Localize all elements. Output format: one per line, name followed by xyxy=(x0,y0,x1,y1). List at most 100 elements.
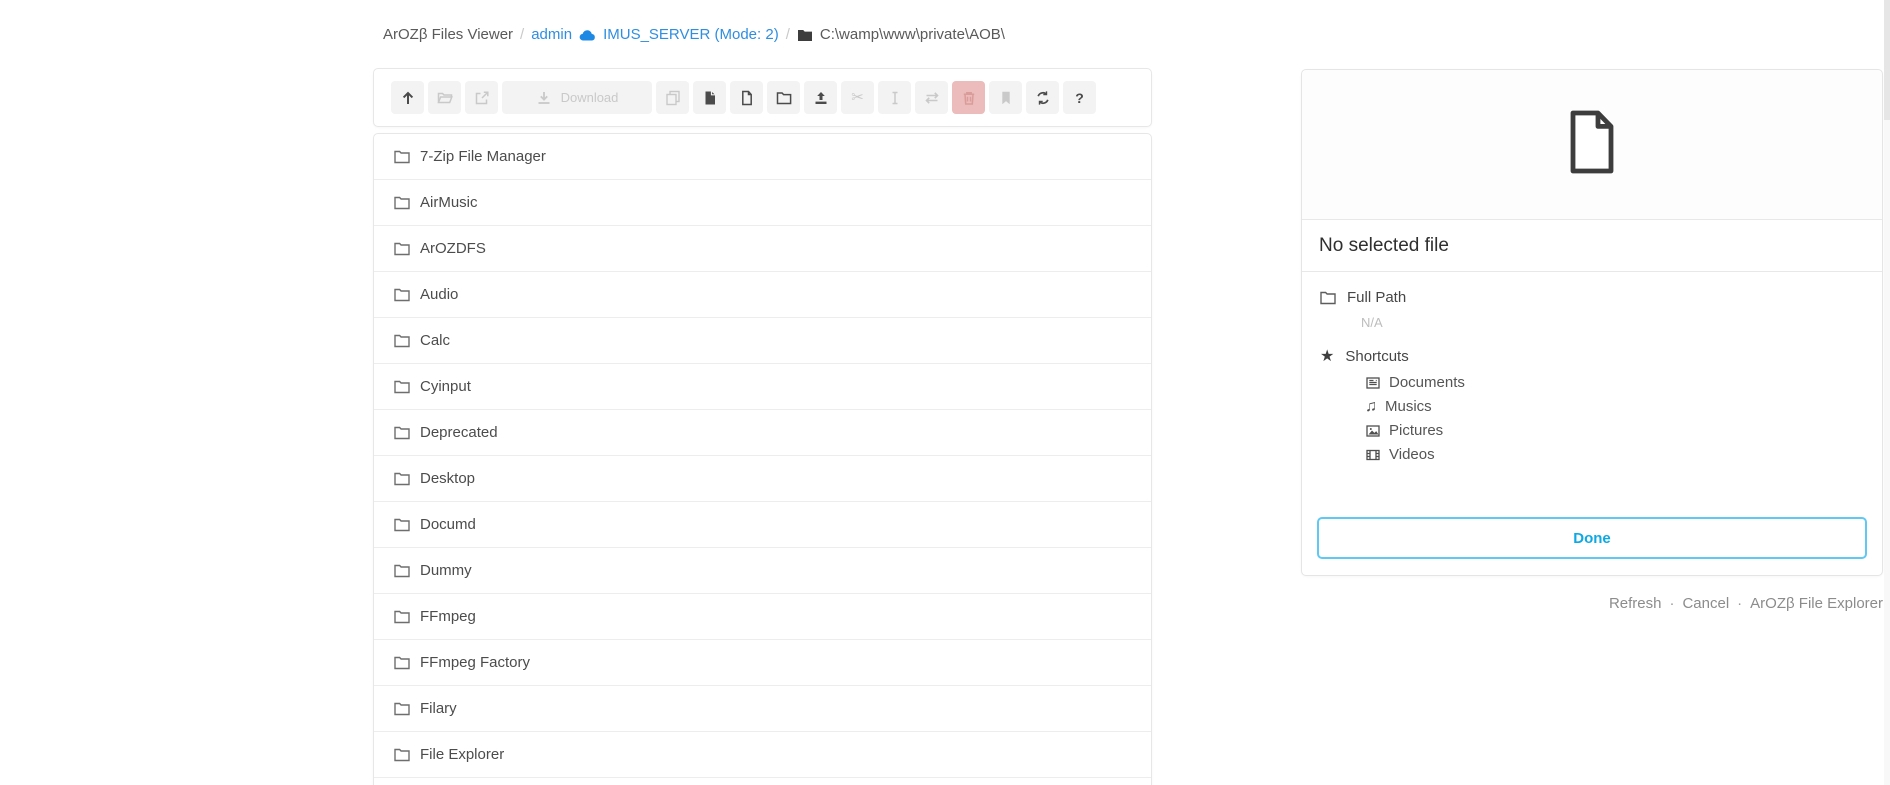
shortcut-pictures[interactable]: Pictures xyxy=(1365,422,1864,439)
dot-separator: · xyxy=(1669,595,1674,612)
app-title: ArOZβ Files Viewer xyxy=(383,26,513,43)
shortcuts-label: Shortcuts xyxy=(1345,348,1408,365)
folder-solid-icon xyxy=(797,28,813,42)
go-up-button[interactable] xyxy=(391,81,424,114)
new-file-button[interactable] xyxy=(730,81,763,114)
file-row[interactable]: ArOZDFS xyxy=(374,226,1151,272)
bookmark-button[interactable] xyxy=(989,81,1022,114)
folder-icon xyxy=(394,195,410,210)
folder-icon xyxy=(394,747,410,762)
download-button[interactable]: Download xyxy=(502,81,652,114)
full-path-row: Full Path xyxy=(1320,289,1864,306)
file-row[interactable]: Calc xyxy=(374,318,1151,364)
question-icon: ? xyxy=(1075,91,1084,105)
file-name: Filary xyxy=(420,700,457,717)
file-row[interactable]: 7-Zip File Manager xyxy=(374,134,1151,180)
trash-icon xyxy=(961,90,977,106)
new-file-icon xyxy=(739,90,755,106)
folder-icon xyxy=(1320,290,1336,305)
music-icon: ♫ xyxy=(1365,399,1377,415)
file-name: AirMusic xyxy=(420,194,478,211)
file-name: Documd xyxy=(420,516,476,533)
file-name: ArOZDFS xyxy=(420,240,486,257)
open-external-button[interactable] xyxy=(465,81,498,114)
move-button[interactable] xyxy=(915,81,948,114)
folder-icon xyxy=(394,379,410,394)
shortcut-label: Videos xyxy=(1389,446,1435,463)
folder-icon xyxy=(394,701,410,716)
rename-button[interactable] xyxy=(878,81,911,114)
refresh-button[interactable] xyxy=(1026,81,1059,114)
file-row[interactable]: File Explorer xyxy=(374,732,1151,778)
file-name: Deprecated xyxy=(420,424,498,441)
refresh-link[interactable]: Refresh xyxy=(1609,595,1662,612)
help-button[interactable]: ? xyxy=(1063,81,1096,114)
file-row[interactable]: Audio xyxy=(374,272,1151,318)
cancel-link[interactable]: Cancel xyxy=(1682,595,1729,612)
no-selection-title: No selected file xyxy=(1302,220,1882,272)
folder-icon xyxy=(394,425,410,440)
breadcrumb-path: C:\wamp\www\private\AOB\ xyxy=(820,26,1005,43)
file-name: Dummy xyxy=(420,562,472,579)
clone-icon xyxy=(665,90,681,106)
file-row[interactable]: Dummy xyxy=(374,548,1151,594)
breadcrumb-separator: / xyxy=(520,26,524,43)
videos-icon xyxy=(1365,447,1381,463)
breadcrumb-user-link[interactable]: admin xyxy=(531,26,572,43)
scrollbar-thumb[interactable] xyxy=(1884,0,1890,120)
breadcrumb-separator: / xyxy=(786,26,790,43)
file-row[interactable]: FFmpeg xyxy=(374,594,1151,640)
download-label: Download xyxy=(561,90,619,105)
dot-separator: · xyxy=(1737,595,1742,612)
clone-button[interactable] xyxy=(656,81,689,114)
done-area: Done xyxy=(1302,502,1882,575)
folder-icon xyxy=(394,333,410,348)
file-row[interactable]: Cyinput xyxy=(374,364,1151,410)
file-row[interactable]: Desktop xyxy=(374,456,1151,502)
shortcut-videos[interactable]: Videos xyxy=(1365,446,1864,463)
file-name: 7-Zip File Manager xyxy=(420,148,546,165)
shortcut-label: Musics xyxy=(1385,398,1432,415)
toolbar: Download ✂ xyxy=(373,68,1152,127)
scissors-icon: ✂ xyxy=(851,90,864,105)
file-outline-icon xyxy=(1565,109,1619,180)
download-icon xyxy=(536,90,552,106)
file-name: Desktop xyxy=(420,470,475,487)
delete-button[interactable] xyxy=(952,81,985,114)
file-row[interactable]: AirMusic xyxy=(374,180,1151,226)
full-path-value: N/A xyxy=(1361,315,1864,330)
folder-icon xyxy=(394,517,410,532)
folder-icon xyxy=(394,241,410,256)
footer-links: Refresh · Cancel · ArOZβ File Explorer xyxy=(1609,595,1883,612)
cloud-icon xyxy=(579,28,596,41)
paste-button[interactable] xyxy=(693,81,726,114)
breadcrumb-server-link[interactable]: IMUS_SERVER (Mode: 2) xyxy=(603,26,779,43)
refresh-icon xyxy=(1035,90,1051,106)
full-path-label: Full Path xyxy=(1347,289,1406,306)
cut-button[interactable]: ✂ xyxy=(841,81,874,114)
file-row[interactable]: Documd xyxy=(374,502,1151,548)
done-button[interactable]: Done xyxy=(1317,517,1867,559)
bookmark-icon xyxy=(998,90,1014,106)
new-folder-button[interactable] xyxy=(767,81,800,114)
scrollbar-track[interactable] xyxy=(1884,0,1890,785)
upload-button[interactable] xyxy=(804,81,837,114)
file-preview-area xyxy=(1302,70,1882,220)
shortcut-label: Documents xyxy=(1389,374,1465,391)
folder-icon xyxy=(394,609,410,624)
file-row[interactable]: FFmpeg Factory xyxy=(374,640,1151,686)
shortcut-label: Pictures xyxy=(1389,422,1443,439)
documents-icon xyxy=(1365,375,1381,391)
file-explorer-link[interactable]: ArOZβ File Explorer xyxy=(1750,595,1883,612)
shortcut-musics[interactable]: ♫ Musics xyxy=(1365,398,1864,415)
folder-icon xyxy=(394,563,410,578)
file-row[interactable]: Deprecated xyxy=(374,410,1151,456)
open-button[interactable] xyxy=(428,81,461,114)
shortcut-documents[interactable]: Documents xyxy=(1365,374,1864,391)
folder-open-icon xyxy=(437,90,453,106)
file-name: FFmpeg Factory xyxy=(420,654,530,671)
file-properties: Full Path N/A ★ Shortcuts Documents ♫ Mu… xyxy=(1302,272,1882,463)
file-row[interactable]: Filary xyxy=(374,686,1151,732)
file-name: FFmpeg xyxy=(420,608,476,625)
upload-icon xyxy=(813,90,829,106)
